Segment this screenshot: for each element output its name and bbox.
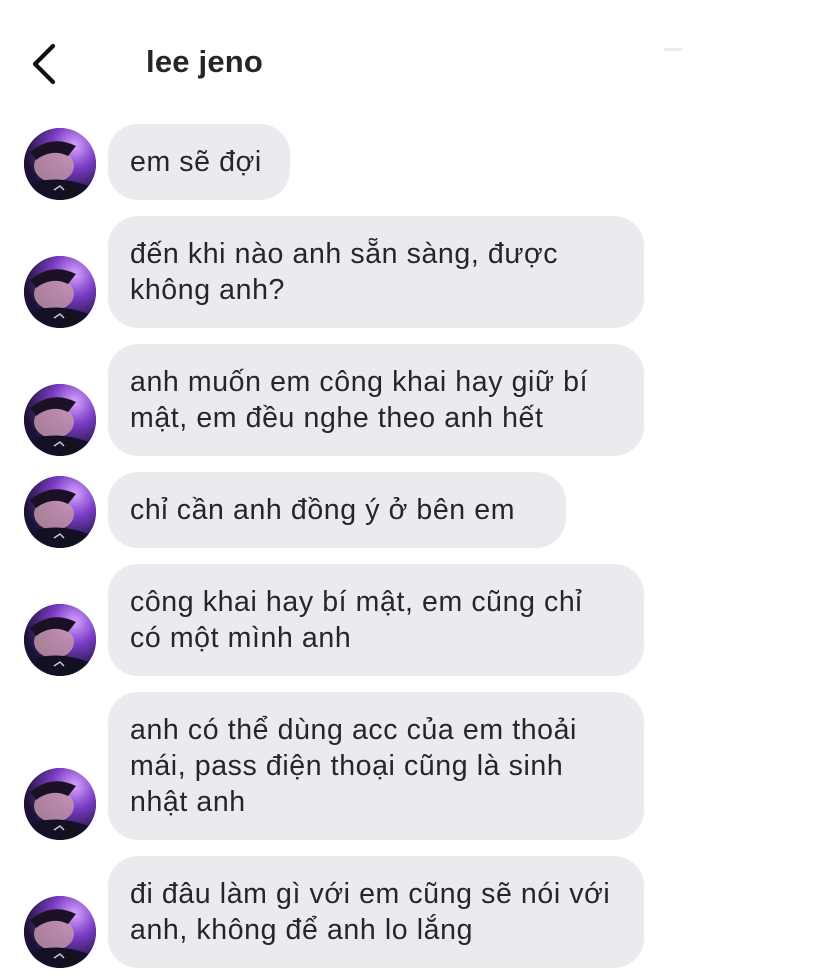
message-bubble[interactable]: đến khi nào anh sẵn sàng, được không anh…	[108, 216, 644, 328]
message-bubble[interactable]: anh muốn em công khai hay giữ bí mật, em…	[108, 344, 644, 456]
message-bubble[interactable]: em sẽ đợi	[108, 124, 290, 200]
avatar-image	[24, 256, 96, 328]
message-text: công khai hay bí mật, em cũng chỉ có một…	[130, 586, 583, 654]
avatar[interactable]	[24, 768, 96, 840]
back-button[interactable]	[26, 40, 62, 88]
chevron-left-icon	[32, 43, 56, 85]
message-text: anh muốn em công khai hay giữ bí mật, em…	[130, 366, 589, 434]
message-text: anh có thể dùng acc của em thoải mái, pa…	[130, 714, 577, 818]
avatar[interactable]	[24, 476, 96, 548]
header-divider	[664, 48, 682, 51]
avatar-image	[24, 768, 96, 840]
avatar-image	[24, 604, 96, 676]
avatar[interactable]	[24, 256, 96, 328]
message-bubble[interactable]: anh có thể dùng acc của em thoải mái, pa…	[108, 692, 644, 840]
message-bubble[interactable]: chỉ cần anh đồng ý ở bên em	[108, 472, 566, 548]
chat-header: lee jeno	[0, 0, 827, 112]
avatar[interactable]	[24, 604, 96, 676]
avatar-image	[24, 476, 96, 548]
message-text: đến khi nào anh sẵn sàng, được không anh…	[130, 238, 559, 306]
message-text: em sẽ đợi	[130, 146, 262, 178]
message-text: đi đâu làm gì với em cũng sẽ nói với anh…	[130, 878, 611, 946]
avatar-image	[24, 896, 96, 968]
chat-title[interactable]: lee jeno	[146, 44, 263, 80]
avatar[interactable]	[24, 384, 96, 456]
message-bubble[interactable]: công khai hay bí mật, em cũng chỉ có một…	[108, 564, 644, 676]
avatar[interactable]	[24, 128, 96, 200]
avatar-image	[24, 128, 96, 200]
message-text: chỉ cần anh đồng ý ở bên em	[130, 494, 516, 526]
message-bubble[interactable]: đi đâu làm gì với em cũng sẽ nói với anh…	[108, 856, 644, 968]
avatar-image	[24, 384, 96, 456]
avatar[interactable]	[24, 896, 96, 968]
